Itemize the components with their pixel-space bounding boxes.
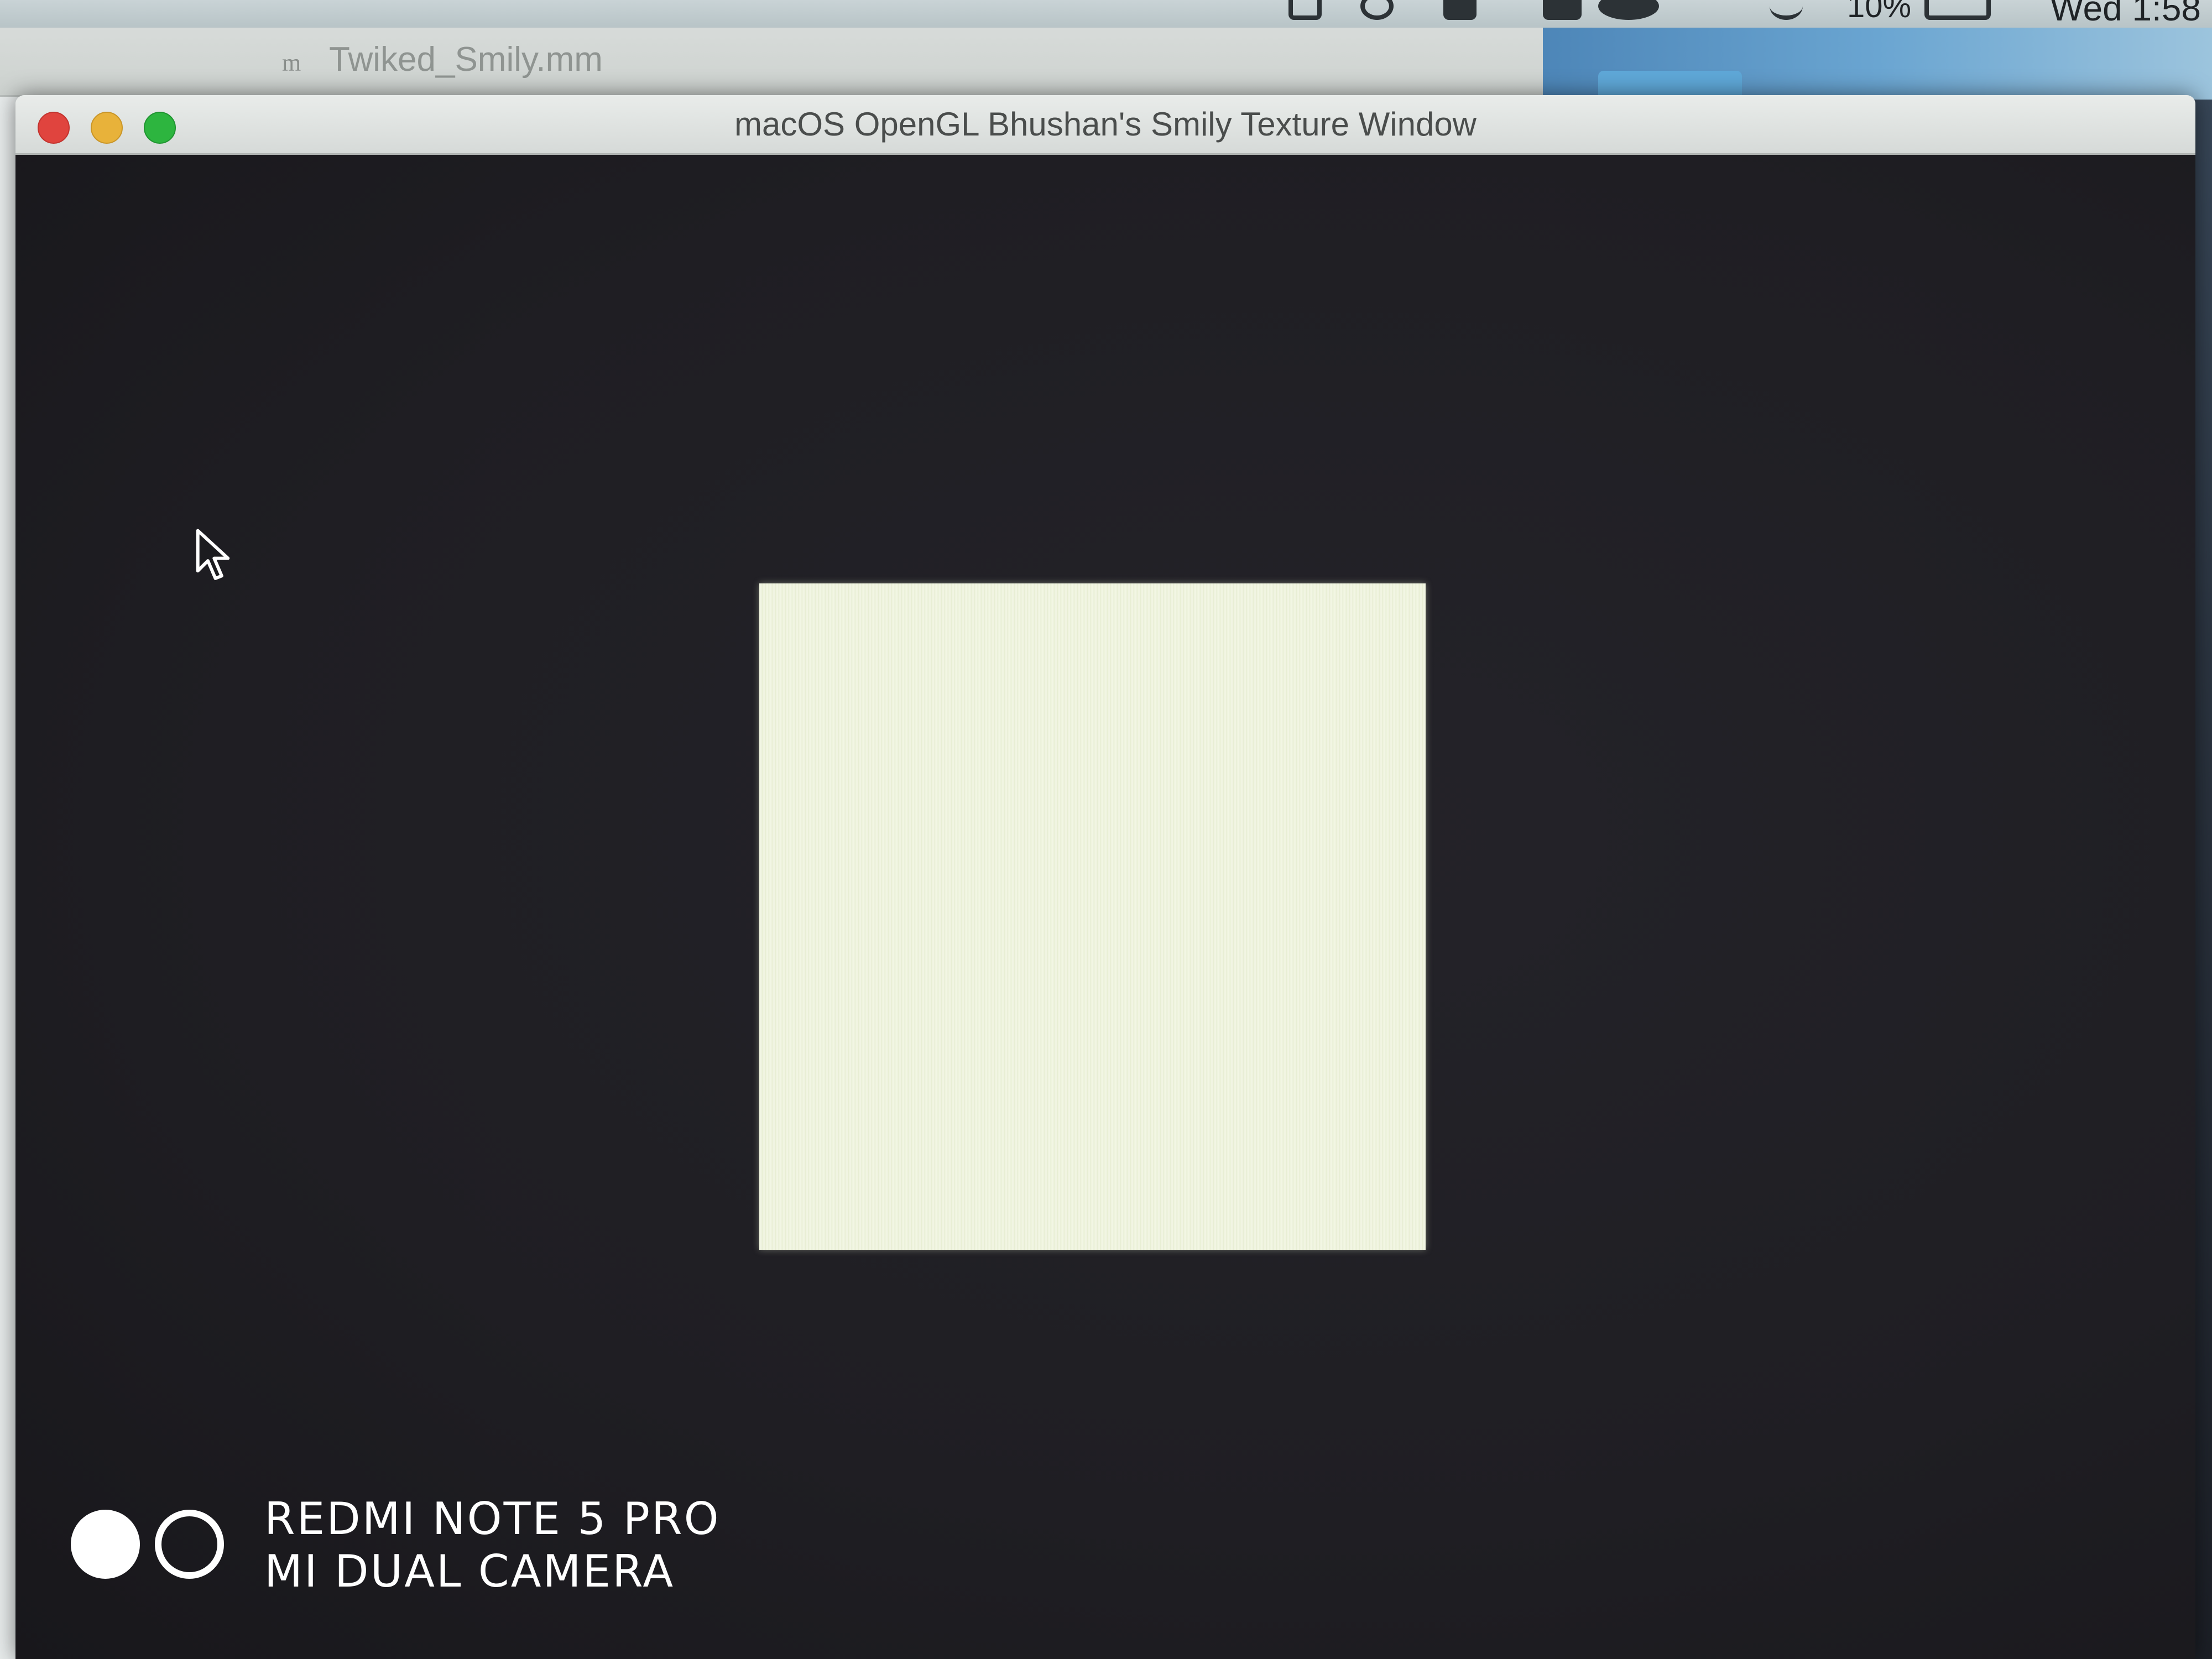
battery-icon[interactable] xyxy=(1924,0,1991,20)
wifi-icon[interactable] xyxy=(1770,0,1803,20)
textured-quad xyxy=(759,583,1426,1250)
pause-icon[interactable] xyxy=(1543,0,1582,20)
editor-gutter xyxy=(0,97,17,1659)
camera-watermark-model: REDMI NOTE 5 PRO xyxy=(264,1493,721,1545)
editor-tab[interactable] xyxy=(0,28,1543,97)
editor-tab-label[interactable]: Twiked_Smily.mm xyxy=(329,40,603,79)
status-icon[interactable] xyxy=(1288,0,1322,20)
window-title: macOS OpenGL Bhushan's Smily Texture Win… xyxy=(734,106,1477,143)
sync-icon[interactable] xyxy=(1360,0,1394,20)
objc-file-icon: m xyxy=(282,49,301,76)
menu-bar: 10% Wed 1:58 xyxy=(0,0,2212,28)
battery-percent: 10% xyxy=(1847,0,1912,24)
camera-watermark-camera: MI DUAL CAMERA xyxy=(264,1546,675,1597)
menubar-clock[interactable]: Wed 1:58 xyxy=(2050,0,2201,29)
shield-icon[interactable] xyxy=(1443,0,1477,20)
camera-watermark-ring-icon xyxy=(155,1510,224,1579)
camera-watermark-dot-icon xyxy=(71,1510,140,1579)
photo-of-screen: 10% Wed 1:58 m Twiked_Smily.mm macOS Ope… xyxy=(0,0,2212,1659)
mouse-cursor-icon xyxy=(196,529,230,580)
user-icon[interactable] xyxy=(1598,0,1659,20)
window-titlebar[interactable]: macOS OpenGL Bhushan's Smily Texture Win… xyxy=(15,95,2195,155)
